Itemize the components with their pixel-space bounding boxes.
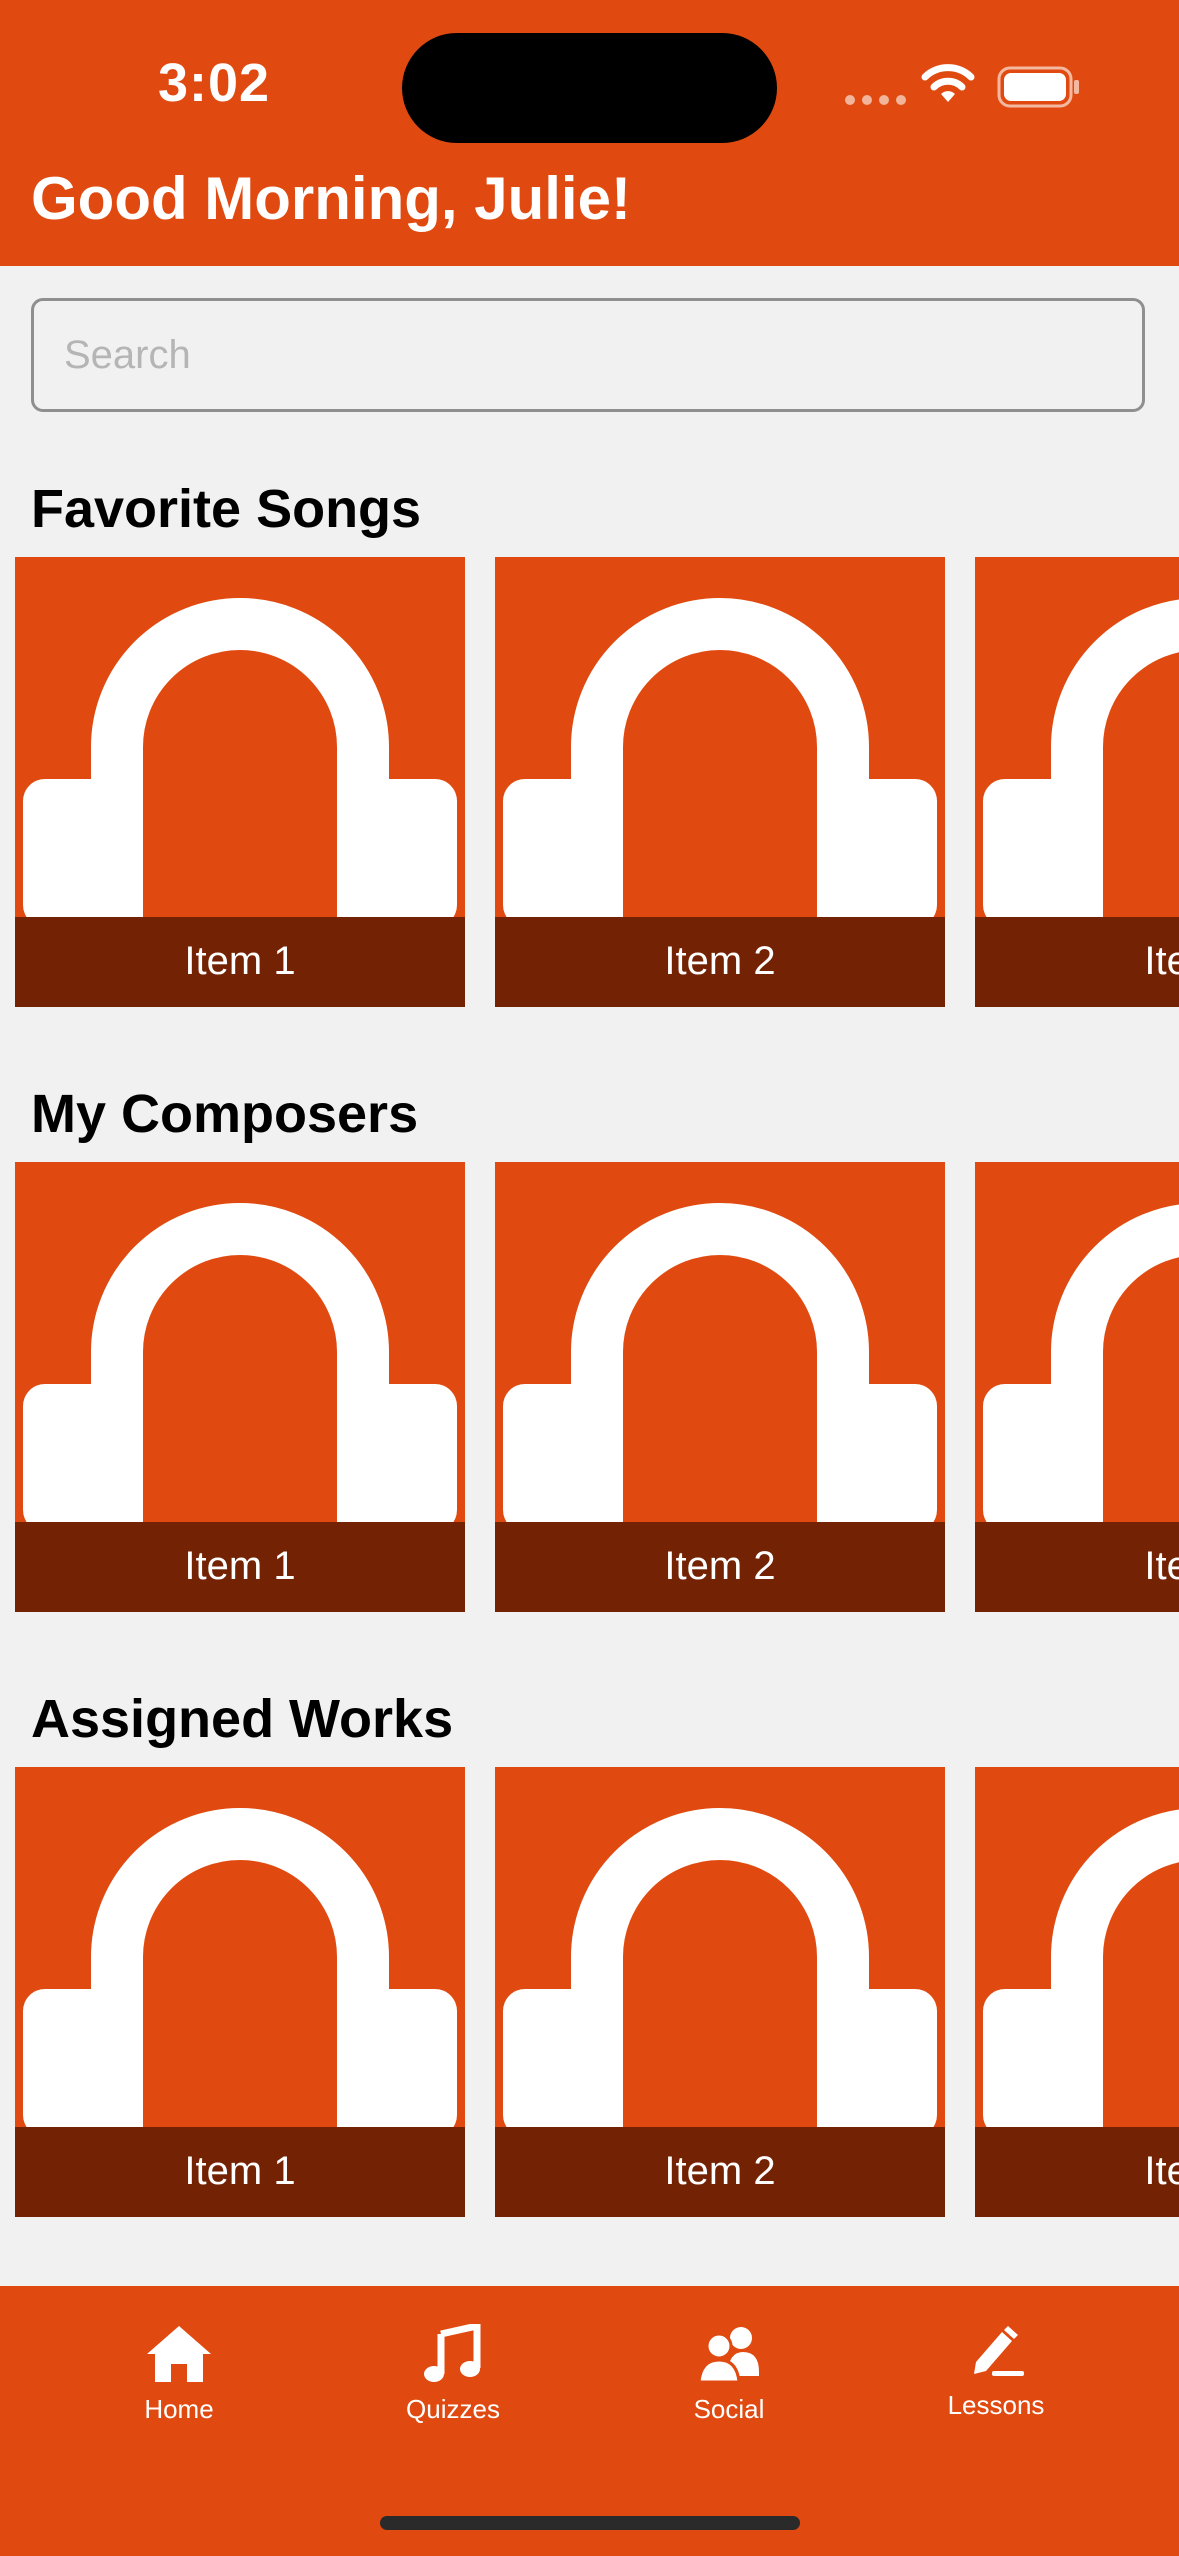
card-caption: Item 2 bbox=[495, 917, 945, 1007]
home-icon bbox=[147, 2326, 211, 2382]
card-composer[interactable]: Item 1 bbox=[15, 1162, 465, 1612]
card-caption: Item 3 bbox=[975, 2127, 1179, 2217]
tab-lessons[interactable]: Lessons bbox=[896, 2324, 1096, 2421]
pencil-icon bbox=[974, 2326, 1024, 2376]
tab-quizzes[interactable]: Quizzes bbox=[353, 2324, 553, 2425]
section-title-my-composers: My Composers bbox=[31, 1084, 419, 1144]
tab-home[interactable]: Home bbox=[79, 2324, 279, 2425]
card-favorite-song[interactable]: Item 3 bbox=[975, 557, 1179, 1007]
home-indicator bbox=[380, 2516, 800, 2530]
favorite-songs-carousel[interactable]: Item 1 Item 2 Item 3 bbox=[15, 557, 1179, 1007]
section-title-assigned-works: Assigned Works bbox=[31, 1689, 454, 1749]
card-caption: Item 2 bbox=[495, 2127, 945, 2217]
tab-quizzes-label: Quizzes bbox=[406, 2394, 500, 2424]
section-title-favorite-songs: Favorite Songs bbox=[31, 479, 422, 539]
my-composers-carousel[interactable]: Item 1 Item 2 Item 3 bbox=[15, 1162, 1179, 1612]
cellular-signal-icon bbox=[845, 95, 906, 105]
card-favorite-song[interactable]: Item 2 bbox=[495, 557, 945, 1007]
tab-social[interactable]: Social bbox=[629, 2324, 829, 2425]
tab-lessons-label: Lessons bbox=[947, 2390, 1045, 2420]
card-assigned-work[interactable]: Item 3 bbox=[975, 1767, 1179, 2217]
status-time: 3:02 bbox=[158, 53, 271, 113]
music-note-icon bbox=[424, 2324, 481, 2382]
card-caption: Item 1 bbox=[15, 917, 465, 1007]
card-assigned-work[interactable]: Item 1 bbox=[15, 1767, 465, 2217]
card-composer[interactable]: Item 3 bbox=[975, 1162, 1179, 1612]
assigned-works-carousel[interactable]: Item 1 Item 2 Item 3 bbox=[15, 1767, 1179, 2217]
card-assigned-work[interactable]: Item 2 bbox=[495, 1767, 945, 2217]
greeting-title: Good Morning, Julie! bbox=[31, 165, 631, 232]
card-caption: Item 3 bbox=[975, 1522, 1179, 1612]
people-icon bbox=[697, 2327, 759, 2384]
dynamic-island bbox=[402, 33, 777, 143]
wifi-icon bbox=[921, 64, 975, 102]
header: 3:02 Good Morning, Julie! bbox=[0, 0, 1179, 266]
card-composer[interactable]: Item 2 bbox=[495, 1162, 945, 1612]
card-caption: Item 3 bbox=[975, 917, 1179, 1007]
tab-social-label: Social bbox=[693, 2394, 765, 2424]
card-caption: Item 1 bbox=[15, 2127, 465, 2217]
card-favorite-song[interactable]: Item 1 bbox=[15, 557, 465, 1007]
card-caption: Item 1 bbox=[15, 1522, 465, 1612]
battery-icon bbox=[997, 66, 1079, 108]
tab-home-label: Home bbox=[144, 2394, 214, 2424]
search-input[interactable] bbox=[31, 298, 1145, 412]
card-caption: Item 2 bbox=[495, 1522, 945, 1612]
